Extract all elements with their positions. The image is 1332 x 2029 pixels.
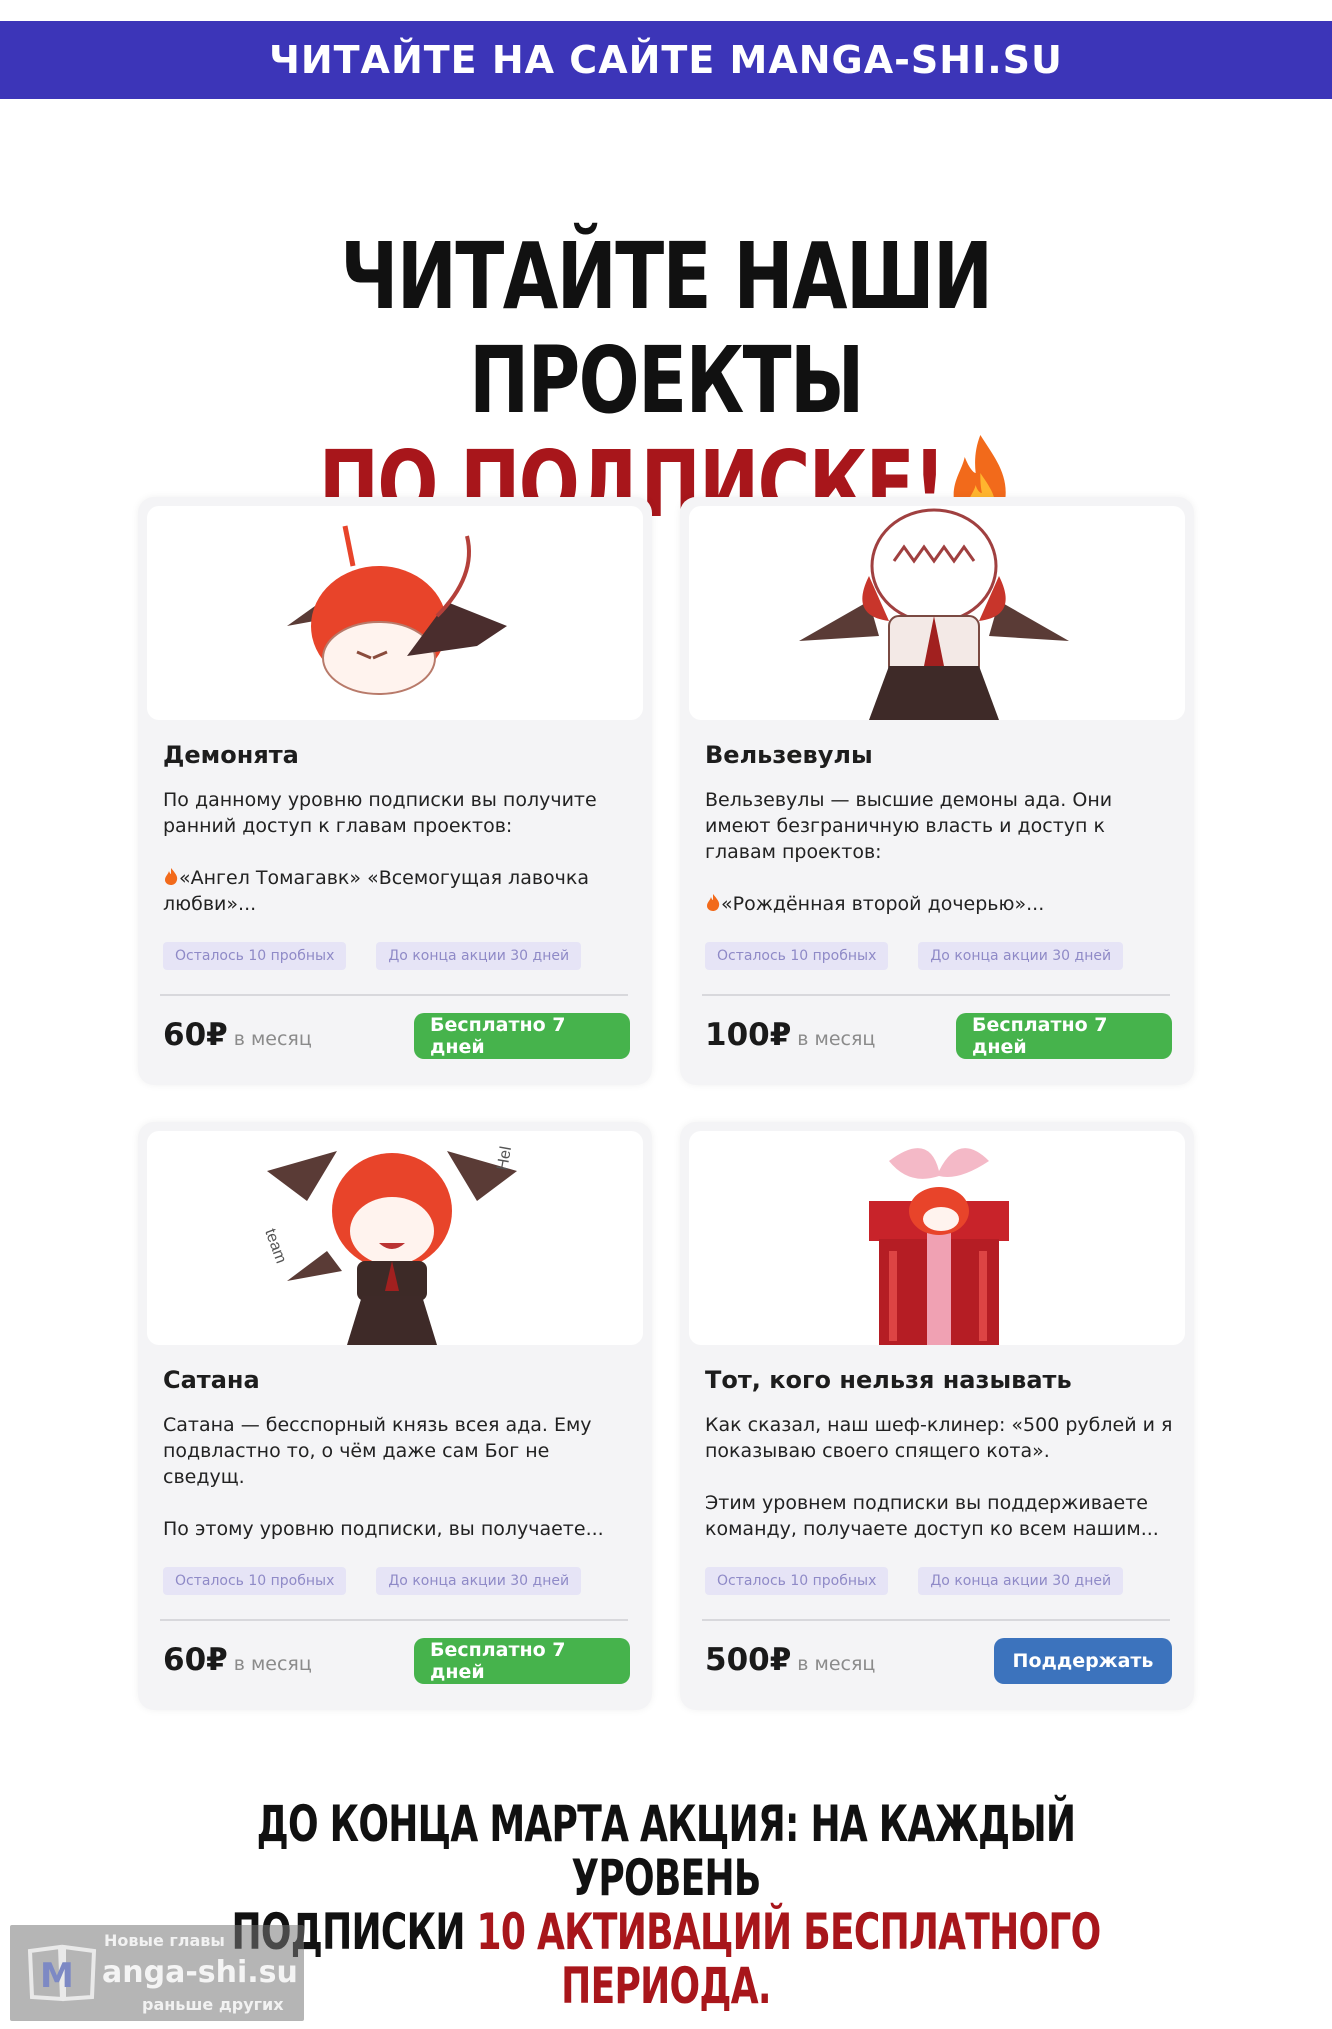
fire-icon (705, 893, 721, 912)
card-satana: team Hel Сатана Сатана — бесспорный княз… (138, 1122, 652, 1710)
card-tot-kogo-nelzya-nazyvat: Тот, кого нельзя называть Как сказал, на… (680, 1122, 1194, 1710)
promo-days-badge: До конца акции 30 дней (376, 1567, 582, 1595)
svg-text:Hel: Hel (494, 1145, 515, 1172)
card-demonyata: Демонята По данному уровню подписки вы п… (138, 497, 652, 1085)
projects-text: «Рождённая второй дочерью»... (721, 893, 1045, 915)
trials-left-badge: Осталось 10 пробных (705, 1567, 889, 1595)
card-illustration: team Hel (147, 1131, 643, 1345)
projects-text: По этому уровню подписки, вы получаете..… (163, 1518, 604, 1540)
promo-days-badge: До конца акции 30 дней (918, 1567, 1124, 1595)
card-divider (702, 1619, 1170, 1621)
card-illustration (689, 1131, 1185, 1345)
card-velzevuly: Вельзевулы Вельзевулы — высшие демоны ад… (680, 497, 1194, 1085)
free-trial-button[interactable]: Бесплатно 7 дней (414, 1638, 630, 1684)
promo-line1: ДО КОНЦА МАРТА АКЦИЯ: НА КАЖДЫЙ УРОВЕНЬ (256, 1795, 1076, 1907)
price: 60₽ в месяц (163, 1017, 312, 1053)
svg-text:team: team (261, 1227, 289, 1266)
card-illustration (689, 506, 1185, 720)
trials-left-badge: Осталось 10 пробных (163, 1567, 347, 1595)
card-description: Сатана — бесспорный князь всея ада. Ему … (163, 1412, 633, 1542)
svg-text:M: M (40, 1956, 74, 1996)
price-value: 60₽ (163, 1642, 228, 1678)
free-trial-button[interactable]: Бесплатно 7 дней (956, 1013, 1172, 1059)
price-period: в месяц (233, 1653, 312, 1675)
banner-text: ЧИТАЙТЕ НА САЙТЕ MANGA-SHI.SU (269, 38, 1063, 82)
price-period: в месяц (797, 1028, 876, 1050)
card-title: Сатана (163, 1366, 260, 1394)
headline-line1: ЧИТАЙТЕ НАШИ ПРОЕКТЫ (340, 223, 993, 434)
promo-days-badge: До конца акции 30 дней (376, 942, 582, 970)
projects-text: Этим уровнем подписки вы поддерживаете к… (705, 1492, 1159, 1540)
price: 500₽ в месяц (705, 1642, 875, 1678)
card-title: Тот, кого нельзя называть (705, 1366, 1072, 1394)
promo-line2: ПОДПИСКИ 10 АКТИВАЦИЙ БЕСПЛАТНОГО ПЕРИОД… (186, 1905, 1145, 2013)
trials-left-badge: Осталось 10 пробных (705, 942, 889, 970)
price: 100₽ в месяц (705, 1017, 875, 1053)
card-title: Демонята (163, 741, 299, 769)
fire-icon (163, 867, 179, 886)
support-button[interactable]: Поддержать (994, 1638, 1172, 1684)
trials-left-badge: Осталось 10 пробных (163, 942, 347, 970)
description-text: Вельзевулы — высшие демоны ада. Они имею… (705, 789, 1113, 863)
page-headline: ЧИТАЙТЕ НАШИ ПРОЕКТЫ ПО ПОДПИСКЕ! (147, 225, 1186, 537)
site-watermark: M Новые главы anga-shi.su раньше других (10, 1925, 304, 2021)
card-divider (702, 994, 1170, 996)
card-title: Вельзевулы (705, 741, 873, 769)
description-text: Сатана — бесспорный князь всея ада. Ему … (163, 1414, 592, 1488)
price-value: 100₽ (705, 1017, 792, 1053)
promo-line2-highlight: 10 АКТИВАЦИЙ БЕСПЛАТНОГО ПЕРИОДА. (476, 1903, 1102, 2015)
card-illustration (147, 506, 643, 720)
promo-days-badge: До конца акции 30 дней (918, 942, 1124, 970)
card-divider (160, 1619, 628, 1621)
card-description: Вельзевулы — высшие демоны ада. Они имею… (705, 787, 1175, 917)
card-divider (160, 994, 628, 996)
watermark-bottom-text: раньше других (142, 1995, 284, 2014)
price-period: в месяц (797, 1653, 876, 1675)
description-text: Как сказал, наш шеф-клинер: «500 рублей … (705, 1414, 1173, 1462)
price: 60₽ в месяц (163, 1642, 312, 1678)
promo-text: ДО КОНЦА МАРТА АКЦИЯ: НА КАЖДЫЙ УРОВЕНЬ … (186, 1797, 1145, 2013)
free-trial-button[interactable]: Бесплатно 7 дней (414, 1013, 630, 1059)
watermark-site-text: anga-shi.su (102, 1955, 298, 1990)
card-description: Как сказал, наш шеф-клинер: «500 рублей … (705, 1412, 1175, 1542)
manga-logo-icon: M (26, 1943, 98, 2003)
price-value: 60₽ (163, 1017, 228, 1053)
top-banner[interactable]: ЧИТАЙТЕ НА САЙТЕ MANGA-SHI.SU (0, 21, 1332, 99)
card-description: По данному уровню подписки вы получите р… (163, 787, 633, 917)
watermark-top-text: Новые главы (104, 1931, 225, 1950)
price-value: 500₽ (705, 1642, 792, 1678)
description-text: По данному уровню подписки вы получите р… (163, 789, 597, 837)
price-period: в месяц (233, 1028, 312, 1050)
projects-text: «Ангел Томагавк» «Всемогущая лавочка люб… (163, 867, 590, 915)
